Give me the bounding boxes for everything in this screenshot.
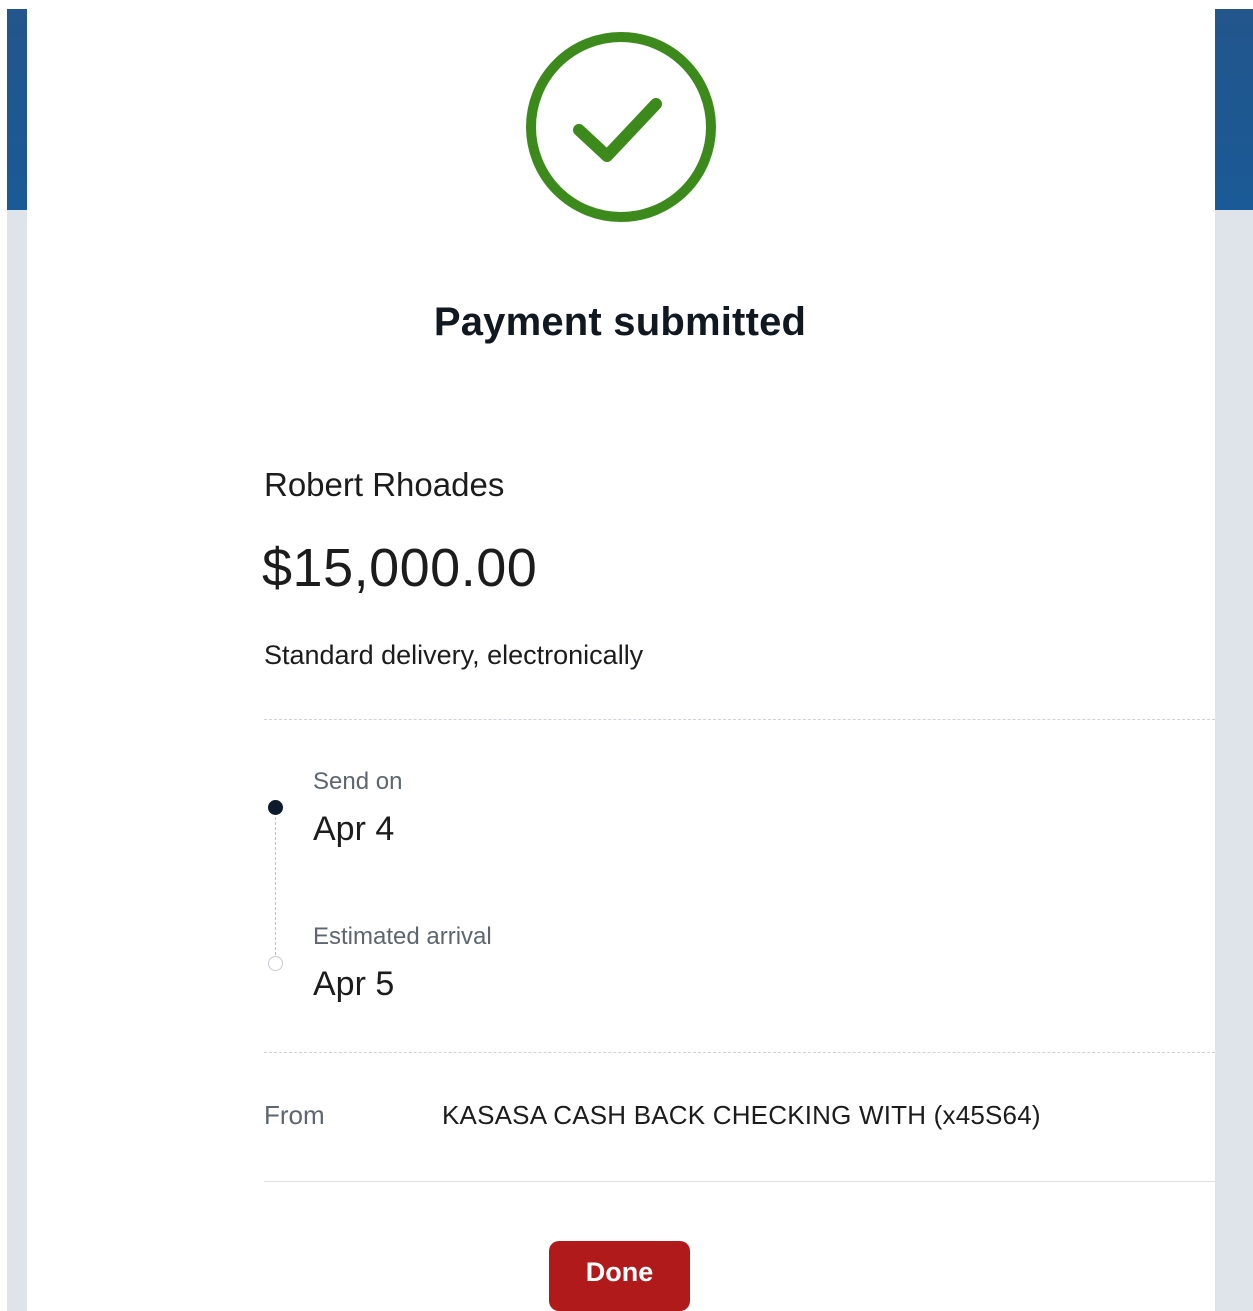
left-edge (0, 9, 7, 1311)
from-account: KASASA CASH BACK CHECKING WITH (x45S64) (442, 1100, 1041, 1130)
header-band-left (7, 9, 27, 210)
page-title: Payment submitted (433, 300, 807, 344)
header-band-right (1215, 9, 1253, 210)
send-on-label: Send on (313, 768, 403, 795)
timeline-connector (275, 817, 276, 955)
from-label: From (264, 1100, 325, 1130)
divider (264, 1181, 1215, 1182)
backdrop-left (7, 210, 27, 1311)
estimated-arrival-date: Apr 5 (313, 965, 395, 1003)
timeline-dot-arrival (268, 956, 283, 971)
send-on-date: Apr 4 (313, 810, 395, 848)
estimated-arrival-label: Estimated arrival (313, 923, 492, 950)
payment-amount: $15,000.00 (262, 538, 538, 598)
divider (264, 1052, 1215, 1053)
payee-name: Robert Rhoades (264, 466, 505, 503)
done-button[interactable]: Done (549, 1241, 690, 1311)
timeline-dot-send (268, 800, 283, 815)
check-circle-icon (526, 32, 716, 222)
delivery-method: Standard delivery, electronically (264, 640, 644, 670)
divider (264, 719, 1215, 720)
